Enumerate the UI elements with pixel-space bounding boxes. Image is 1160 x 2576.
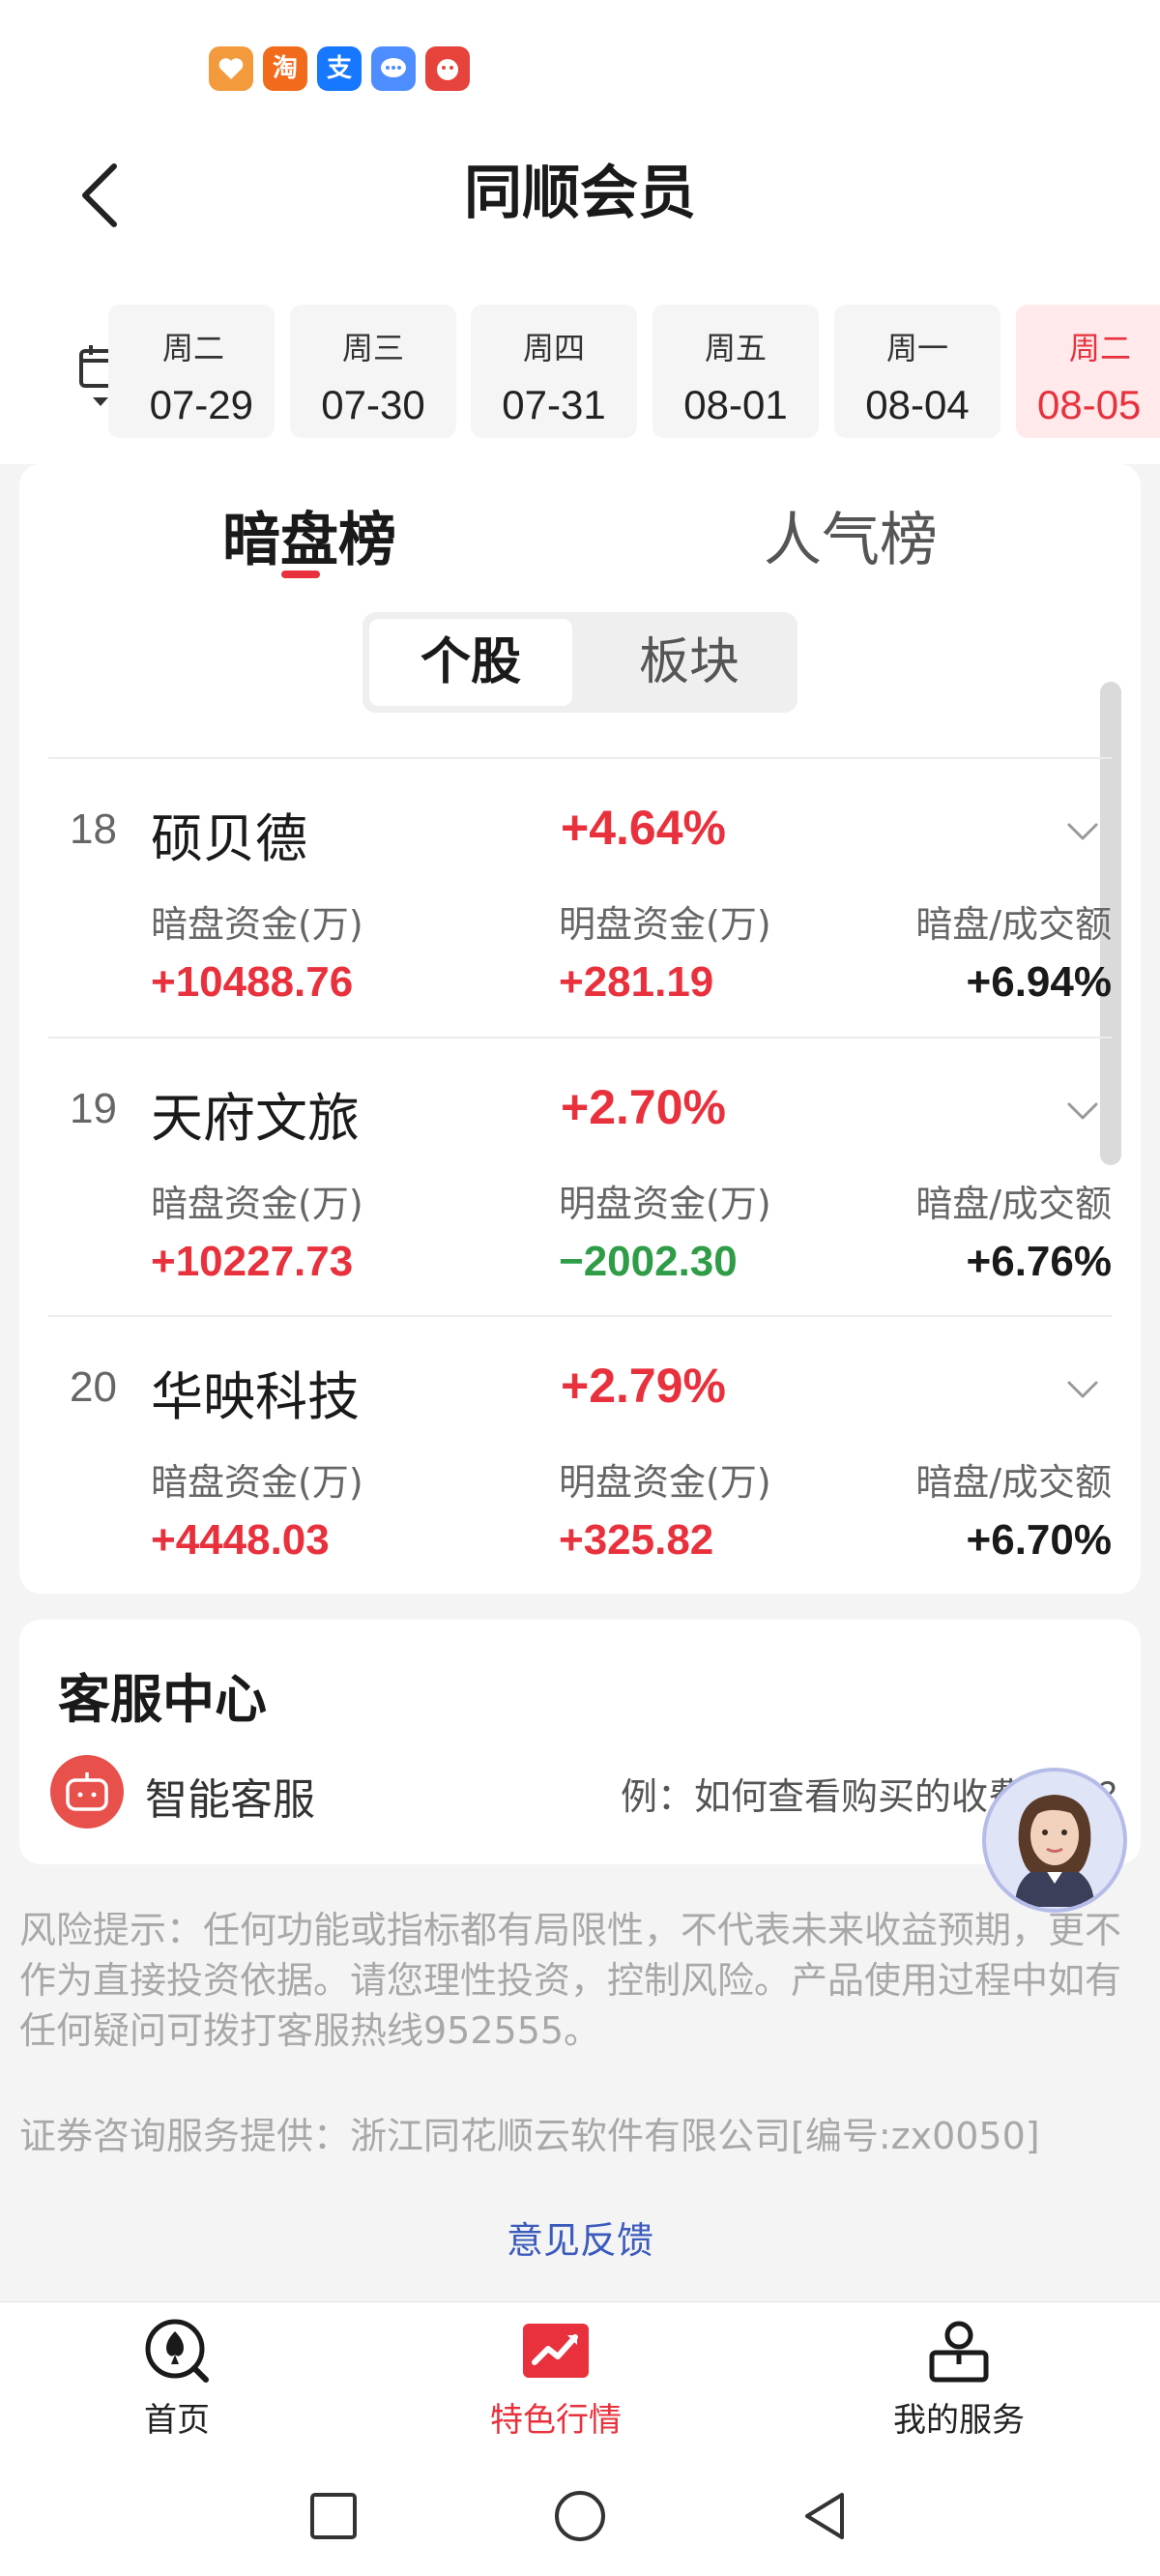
date-cell-0805[interactable]: 周二 08-05: [1016, 305, 1160, 438]
dark-fund-label: 暗盘资金(万): [151, 1461, 363, 1504]
price-change: +2.70%: [561, 1080, 726, 1134]
dark-fund-value: +4448.03: [151, 1516, 330, 1564]
stock-row[interactable]: 20 华映科技 +2.79% 暗盘资金(万) +4448.03 明盘资金(万) …: [48, 1315, 1112, 1594]
system-back-icon[interactable]: [796, 2487, 854, 2545]
stock-name: 华映科技: [151, 1366, 360, 1427]
status-bar: 淘 支: [0, 0, 1160, 116]
open-fund-label: 明盘资金(万): [559, 1183, 771, 1225]
ratio-value: +6.70%: [966, 1516, 1112, 1564]
game-app-icon: [425, 46, 470, 91]
date-cell-0731[interactable]: 周四 07-31: [471, 305, 637, 438]
weekday-label: 周一: [885, 330, 948, 366]
home-button-icon[interactable]: [551, 2487, 609, 2545]
date-cell-0801[interactable]: 周五 08-01: [652, 305, 819, 438]
nav-header: 同顺会员: [0, 116, 1160, 276]
weekday-label: 周三: [341, 330, 404, 366]
date-label: 07-31: [502, 382, 606, 427]
open-fund-value: +325.82: [559, 1516, 714, 1564]
stock-name: 硕贝德: [151, 808, 307, 869]
page-title: 同顺会员: [464, 160, 696, 227]
home-icon: [145, 2319, 209, 2383]
alipay-app-icon: 支: [317, 46, 362, 91]
ratio-label: 暗盘/成交额: [915, 1183, 1112, 1225]
date-label: 07-29: [149, 382, 253, 427]
recent-apps-icon[interactable]: [304, 2487, 362, 2545]
weekday-label: 周二: [1069, 330, 1132, 366]
segment-control: 个股 板块: [362, 612, 798, 713]
open-fund-label: 明盘资金(万): [559, 1461, 771, 1504]
tab-dark-pool-ranking[interactable]: 暗盘榜: [222, 493, 396, 577]
weekday-label: 周四: [522, 330, 585, 366]
weekday-label: 周二: [161, 330, 224, 366]
ratio-value: +6.94%: [966, 958, 1112, 1006]
open-fund-label: 明盘资金(万): [559, 903, 771, 946]
message-app-icon: [371, 46, 416, 91]
nav-featured-market-label: 特色行情: [490, 2401, 622, 2440]
customer-service-card: 客服中心 智能客服 例：如何查看购买的收费产品？: [19, 1620, 1141, 1864]
dark-fund-value: +10227.73: [151, 1238, 354, 1285]
rank-number: 18: [70, 805, 117, 853]
open-fund-value: −2002.30: [559, 1238, 738, 1285]
nav-my-service[interactable]: 我的服务: [862, 2316, 1056, 2441]
date-label: 08-05: [1037, 382, 1142, 427]
ratio-value: +6.76%: [966, 1238, 1112, 1285]
segment-stocks[interactable]: 个股: [369, 619, 572, 706]
price-change: +4.64%: [561, 801, 726, 855]
chevron-down-icon[interactable]: [1063, 1097, 1102, 1126]
nav-my-service-label: 我的服务: [893, 2401, 1025, 2440]
date-cell-0730[interactable]: 周三 07-30: [290, 305, 456, 438]
robot-icon[interactable]: [50, 1755, 124, 1829]
tab-popularity-ranking[interactable]: 人气榜: [764, 493, 938, 577]
chevron-down-icon[interactable]: [1063, 817, 1102, 846]
bottom-nav: 首页 特色行情 我的服务: [0, 2301, 1160, 2456]
open-fund-value: +281.19: [559, 958, 714, 1006]
dark-fund-value: +10488.76: [151, 958, 354, 1006]
feedback-link[interactable]: 意见反馈: [0, 2210, 1160, 2264]
nav-home-label: 首页: [144, 2401, 210, 2440]
stock-name: 天府文旅: [151, 1088, 360, 1149]
date-label: 07-30: [321, 382, 425, 427]
screen: 淘 支 同顺会员 周二 07-29 周三 07-30 周四 07-31 周五 0…: [0, 0, 1160, 2576]
tab-indicator: [281, 571, 320, 578]
ai-service-label[interactable]: 智能客服: [145, 1765, 315, 1827]
dark-fund-label: 暗盘资金(万): [151, 1183, 363, 1225]
risk-warning: 风险提示：任何功能或指标都有局限性，不代表未来收益预期，更不作为直接投资依据。请…: [19, 1909, 1122, 2052]
date-cell-0804[interactable]: 周一 08-04: [834, 305, 1000, 438]
stock-row[interactable]: 19 天府文旅 +2.70% 暗盘资金(万) +10227.73 明盘资金(万)…: [48, 1037, 1112, 1317]
weekday-label: 周五: [704, 330, 767, 366]
service-provider: 证券咨询服务提供：浙江同花顺云软件有限公司[编号:zx0050]: [19, 2115, 1040, 2157]
date-strip: 周二 07-29 周三 07-30 周四 07-31 周五 08-01 周一 0…: [0, 276, 1160, 464]
date-label: 08-01: [683, 382, 788, 427]
segment-sectors[interactable]: 板块: [588, 619, 791, 706]
nav-featured-market[interactable]: 特色行情: [459, 2316, 652, 2441]
service-title: 客服中心: [58, 1669, 267, 1730]
market-chart-icon: [523, 2324, 589, 2378]
my-service-icon: [929, 2321, 989, 2383]
ranking-tabs: 暗盘榜 人气榜: [19, 464, 1141, 590]
stock-row[interactable]: 18 硕贝德 +4.64% 暗盘资金(万) +10488.76 明盘资金(万) …: [48, 757, 1112, 1038]
dark-fund-label: 暗盘资金(万): [151, 903, 363, 946]
price-change: +2.79%: [561, 1359, 726, 1413]
date-label: 08-04: [865, 382, 970, 427]
ratio-label: 暗盘/成交额: [915, 1461, 1112, 1504]
heart-app-icon: [209, 46, 253, 91]
taobao-app-icon: 淘: [263, 46, 307, 91]
rank-number: 19: [70, 1085, 117, 1132]
chevron-down-icon[interactable]: [1063, 1375, 1102, 1404]
system-nav-bar: [0, 2456, 1160, 2576]
date-cell-0729[interactable]: 周二 07-29: [108, 305, 275, 438]
ranking-card: 暗盘榜 人气榜 个股 板块 18 硕贝德 +4.64% 暗盘资金(万) +104…: [19, 464, 1141, 1594]
rank-number: 20: [70, 1363, 117, 1411]
ratio-label: 暗盘/成交额: [915, 903, 1112, 946]
nav-home[interactable]: 首页: [80, 2316, 274, 2441]
assistant-avatar[interactable]: [982, 1768, 1127, 1913]
